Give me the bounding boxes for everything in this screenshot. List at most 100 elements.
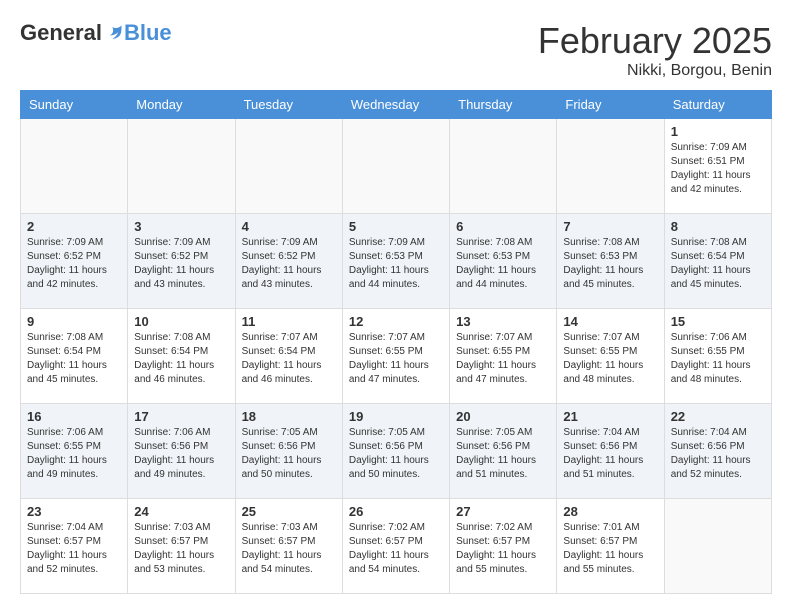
- calendar-day-cell: 8 Sunrise: 7:08 AM Sunset: 6:54 PM Daylig…: [664, 214, 771, 309]
- day-info: Sunrise: 7:08 AM Sunset: 6:53 PM Dayligh…: [563, 236, 657, 292]
- day-number: 6: [456, 219, 550, 234]
- day-number: 12: [349, 314, 443, 329]
- calendar-day-cell: 5Sunrise: 7:09 AM Sunset: 6:53 PM Daylig…: [342, 214, 449, 309]
- calendar-header-monday: Monday: [128, 91, 235, 119]
- calendar-day-cell: 10 Sunrise: 7:08 AM Sunset: 6:54 PM Dayli…: [128, 309, 235, 404]
- day-info: Sunrise: 7:09 AM Sunset: 6:52 PM Dayligh…: [242, 236, 336, 292]
- day-info: Sunrise: 7:08 AM Sunset: 6:54 PM Dayligh…: [134, 331, 228, 387]
- location: Nikki, Borgou, Benin: [538, 62, 772, 80]
- day-info: Sunrise: 7:07 AM Sunset: 6:55 PM Dayligh…: [456, 331, 550, 387]
- day-info: Sunrise: 7:06 AM Sunset: 6:56 PM Dayligh…: [134, 426, 228, 482]
- calendar-day-cell: [128, 119, 235, 214]
- day-info: Sunrise: 7:04 AM Sunset: 6:57 PM Dayligh…: [27, 521, 121, 577]
- day-info: Sunrise: 7:07 AM Sunset: 6:55 PM Dayligh…: [563, 331, 657, 387]
- calendar-day-cell: 3 Sunrise: 7:09 AM Sunset: 6:52 PM Daylig…: [128, 214, 235, 309]
- calendar-day-cell: 22Sunrise: 7:04 AM Sunset: 6:56 PM Dayli…: [664, 404, 771, 499]
- calendar-week-row: 2Sunrise: 7:09 AM Sunset: 6:52 PM Daylig…: [21, 214, 772, 309]
- day-number: 25: [242, 504, 336, 519]
- calendar-day-cell: 12Sunrise: 7:07 AM Sunset: 6:55 PM Dayli…: [342, 309, 449, 404]
- logo-blue-text: Blue: [124, 20, 172, 46]
- day-number: 3: [134, 219, 228, 234]
- calendar-week-row: 9 Sunrise: 7:08 AM Sunset: 6:54 PM Daylig…: [21, 309, 772, 404]
- calendar-day-cell: 16 Sunrise: 7:06 AM Sunset: 6:55 PM Dayli…: [21, 404, 128, 499]
- calendar-day-cell: 7Sunrise: 7:08 AM Sunset: 6:53 PM Daylig…: [557, 214, 664, 309]
- day-number: 27: [456, 504, 550, 519]
- month-title: February 2025: [538, 20, 772, 62]
- calendar-week-row: 1 Sunrise: 7:09 AM Sunset: 6:51 PM Daylig…: [21, 119, 772, 214]
- day-info: Sunrise: 7:09 AM Sunset: 6:51 PM Dayligh…: [671, 141, 765, 197]
- calendar-day-cell: [21, 119, 128, 214]
- logo-general-text: General: [20, 20, 102, 46]
- day-number: 1: [671, 124, 765, 139]
- day-number: 13: [456, 314, 550, 329]
- day-info: Sunrise: 7:04 AM Sunset: 6:56 PM Dayligh…: [563, 426, 657, 482]
- day-number: 8: [671, 219, 765, 234]
- calendar-day-cell: 13 Sunrise: 7:07 AM Sunset: 6:55 PM Dayli…: [450, 309, 557, 404]
- calendar-day-cell: 23Sunrise: 7:04 AM Sunset: 6:57 PM Dayli…: [21, 499, 128, 594]
- calendar-header-sunday: Sunday: [21, 91, 128, 119]
- calendar-header-row: SundayMondayTuesdayWednesdayThursdayFrid…: [21, 91, 772, 119]
- calendar-header-thursday: Thursday: [450, 91, 557, 119]
- day-info: Sunrise: 7:08 AM Sunset: 6:54 PM Dayligh…: [671, 236, 765, 292]
- page-header: General Blue February 2025 Nikki, Borgou…: [20, 20, 772, 80]
- day-number: 10: [134, 314, 228, 329]
- logo-bird-icon: [104, 23, 124, 43]
- calendar-day-cell: [235, 119, 342, 214]
- calendar-week-row: 23Sunrise: 7:04 AM Sunset: 6:57 PM Dayli…: [21, 499, 772, 594]
- day-info: Sunrise: 7:05 AM Sunset: 6:56 PM Dayligh…: [456, 426, 550, 482]
- day-number: 15: [671, 314, 765, 329]
- calendar-day-cell: 6Sunrise: 7:08 AM Sunset: 6:53 PM Daylig…: [450, 214, 557, 309]
- day-info: Sunrise: 7:09 AM Sunset: 6:52 PM Dayligh…: [27, 236, 121, 292]
- calendar-header-tuesday: Tuesday: [235, 91, 342, 119]
- logo: General Blue: [20, 20, 172, 46]
- day-info: Sunrise: 7:03 AM Sunset: 6:57 PM Dayligh…: [242, 521, 336, 577]
- calendar-day-cell: 18Sunrise: 7:05 AM Sunset: 6:56 PM Dayli…: [235, 404, 342, 499]
- calendar-day-cell: [342, 119, 449, 214]
- title-block: February 2025 Nikki, Borgou, Benin: [538, 20, 772, 80]
- day-number: 11: [242, 314, 336, 329]
- calendar-header-friday: Friday: [557, 91, 664, 119]
- day-info: Sunrise: 7:05 AM Sunset: 6:56 PM Dayligh…: [349, 426, 443, 482]
- calendar-day-cell: 9 Sunrise: 7:08 AM Sunset: 6:54 PM Daylig…: [21, 309, 128, 404]
- day-info: Sunrise: 7:07 AM Sunset: 6:54 PM Dayligh…: [242, 331, 336, 387]
- calendar-header-saturday: Saturday: [664, 91, 771, 119]
- day-info: Sunrise: 7:03 AM Sunset: 6:57 PM Dayligh…: [134, 521, 228, 577]
- calendar-header-wednesday: Wednesday: [342, 91, 449, 119]
- day-info: Sunrise: 7:06 AM Sunset: 6:55 PM Dayligh…: [27, 426, 121, 482]
- calendar-day-cell: 2Sunrise: 7:09 AM Sunset: 6:52 PM Daylig…: [21, 214, 128, 309]
- day-info: Sunrise: 7:09 AM Sunset: 6:53 PM Dayligh…: [349, 236, 443, 292]
- calendar-day-cell: [450, 119, 557, 214]
- calendar-table: SundayMondayTuesdayWednesdayThursdayFrid…: [20, 90, 772, 594]
- calendar-day-cell: 1 Sunrise: 7:09 AM Sunset: 6:51 PM Daylig…: [664, 119, 771, 214]
- day-number: 22: [671, 409, 765, 424]
- day-number: 17: [134, 409, 228, 424]
- day-number: 18: [242, 409, 336, 424]
- day-number: 28: [563, 504, 657, 519]
- calendar-day-cell: 11 Sunrise: 7:07 AM Sunset: 6:54 PM Dayli…: [235, 309, 342, 404]
- day-info: Sunrise: 7:02 AM Sunset: 6:57 PM Dayligh…: [456, 521, 550, 577]
- calendar-day-cell: 21 Sunrise: 7:04 AM Sunset: 6:56 PM Dayli…: [557, 404, 664, 499]
- calendar-day-cell: 4Sunrise: 7:09 AM Sunset: 6:52 PM Daylig…: [235, 214, 342, 309]
- calendar-day-cell: [557, 119, 664, 214]
- day-info: Sunrise: 7:06 AM Sunset: 6:55 PM Dayligh…: [671, 331, 765, 387]
- calendar-day-cell: 27 Sunrise: 7:02 AM Sunset: 6:57 PM Dayli…: [450, 499, 557, 594]
- calendar-day-cell: 19 Sunrise: 7:05 AM Sunset: 6:56 PM Dayli…: [342, 404, 449, 499]
- day-info: Sunrise: 7:09 AM Sunset: 6:52 PM Dayligh…: [134, 236, 228, 292]
- day-number: 26: [349, 504, 443, 519]
- day-number: 14: [563, 314, 657, 329]
- calendar-day-cell: 25 Sunrise: 7:03 AM Sunset: 6:57 PM Dayli…: [235, 499, 342, 594]
- day-info: Sunrise: 7:08 AM Sunset: 6:54 PM Dayligh…: [27, 331, 121, 387]
- calendar-day-cell: 28Sunrise: 7:01 AM Sunset: 6:57 PM Dayli…: [557, 499, 664, 594]
- day-number: 21: [563, 409, 657, 424]
- day-number: 16: [27, 409, 121, 424]
- day-number: 19: [349, 409, 443, 424]
- calendar-day-cell: 20Sunrise: 7:05 AM Sunset: 6:56 PM Dayli…: [450, 404, 557, 499]
- calendar-day-cell: [664, 499, 771, 594]
- day-number: 24: [134, 504, 228, 519]
- day-number: 9: [27, 314, 121, 329]
- calendar-day-cell: 15 Sunrise: 7:06 AM Sunset: 6:55 PM Dayli…: [664, 309, 771, 404]
- calendar-day-cell: 26 Sunrise: 7:02 AM Sunset: 6:57 PM Dayli…: [342, 499, 449, 594]
- calendar-week-row: 16 Sunrise: 7:06 AM Sunset: 6:55 PM Dayli…: [21, 404, 772, 499]
- calendar-day-cell: 14 Sunrise: 7:07 AM Sunset: 6:55 PM Dayli…: [557, 309, 664, 404]
- day-info: Sunrise: 7:02 AM Sunset: 6:57 PM Dayligh…: [349, 521, 443, 577]
